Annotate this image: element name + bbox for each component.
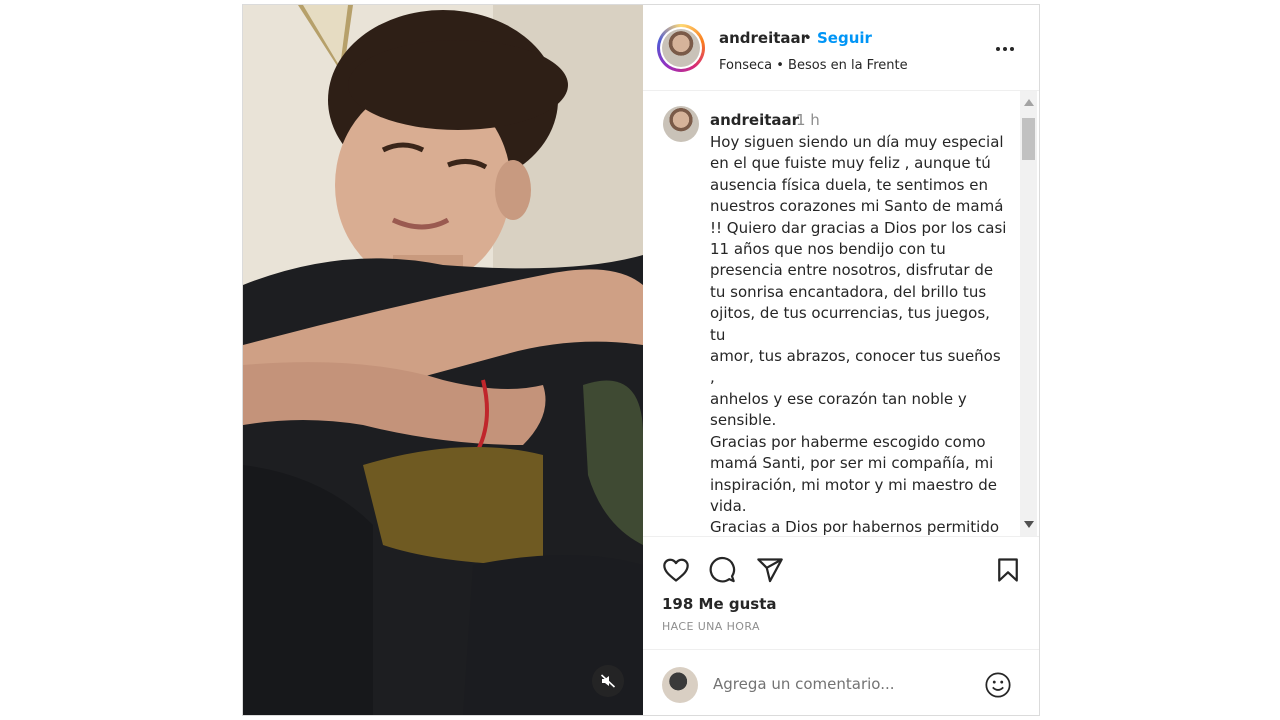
caption-time[interactable]: 1 h [796, 111, 820, 129]
caption-username[interactable]: andreitaar [710, 111, 799, 129]
paper-plane-icon [757, 558, 783, 583]
audio-artist[interactable]: Fonseca [719, 58, 772, 73]
comments-section: andreitaar 1 h Hoy siguen siendo un día … [643, 91, 1039, 536]
audio-info: Fonseca • Besos en la Frente [719, 58, 908, 73]
bookmark-icon [998, 558, 1018, 582]
caption-text: Hoy siguen siendo un día muy especial en… [710, 133, 1007, 536]
avatar-frame [660, 27, 702, 69]
scrollbar-thumb[interactable] [1022, 118, 1035, 160]
post-photo [243, 5, 643, 715]
share-button[interactable] [755, 555, 785, 585]
actions-bar: 198 Me gusta HACE UNA HORA [643, 536, 1039, 715]
scroll-down-arrow-icon[interactable] [1024, 521, 1034, 528]
post-timestamp[interactable]: HACE UNA HORA [662, 620, 760, 633]
post-sidebar: andreitaar • Seguir Fonseca • Besos en l… [643, 5, 1039, 715]
post-dialog: andreitaar • Seguir Fonseca • Besos en l… [242, 4, 1040, 716]
avatar-image [662, 29, 700, 67]
author-username[interactable]: andreitaar [719, 29, 808, 47]
comment-input[interactable] [713, 672, 963, 696]
like-button[interactable] [661, 555, 691, 585]
post-header: andreitaar • Seguir Fonseca • Besos en l… [643, 5, 1039, 91]
separator-dot: • [804, 31, 812, 46]
likes-count[interactable]: 198 Me gusta [662, 595, 777, 613]
audio-separator: • [776, 58, 784, 73]
speaker-muted-icon [600, 674, 616, 688]
save-button[interactable] [993, 555, 1023, 585]
audio-song[interactable]: Besos en la Frente [788, 58, 908, 73]
caption-avatar[interactable] [663, 106, 699, 142]
heart-icon [663, 558, 689, 582]
current-user-avatar [662, 667, 698, 703]
more-options-icon[interactable] [996, 39, 1022, 59]
add-comment-row [643, 649, 1039, 716]
comment-button[interactable] [707, 555, 737, 585]
post-media[interactable] [243, 5, 643, 715]
mute-button[interactable] [592, 665, 624, 697]
comment-bubble-icon [709, 556, 736, 583]
follow-button[interactable]: Seguir [817, 29, 872, 47]
emoji-button[interactable] [983, 670, 1013, 700]
comments-scrollbar[interactable] [1020, 91, 1037, 536]
smiley-icon [985, 672, 1011, 698]
scroll-up-arrow-icon[interactable] [1024, 99, 1034, 106]
author-avatar[interactable] [657, 24, 705, 72]
